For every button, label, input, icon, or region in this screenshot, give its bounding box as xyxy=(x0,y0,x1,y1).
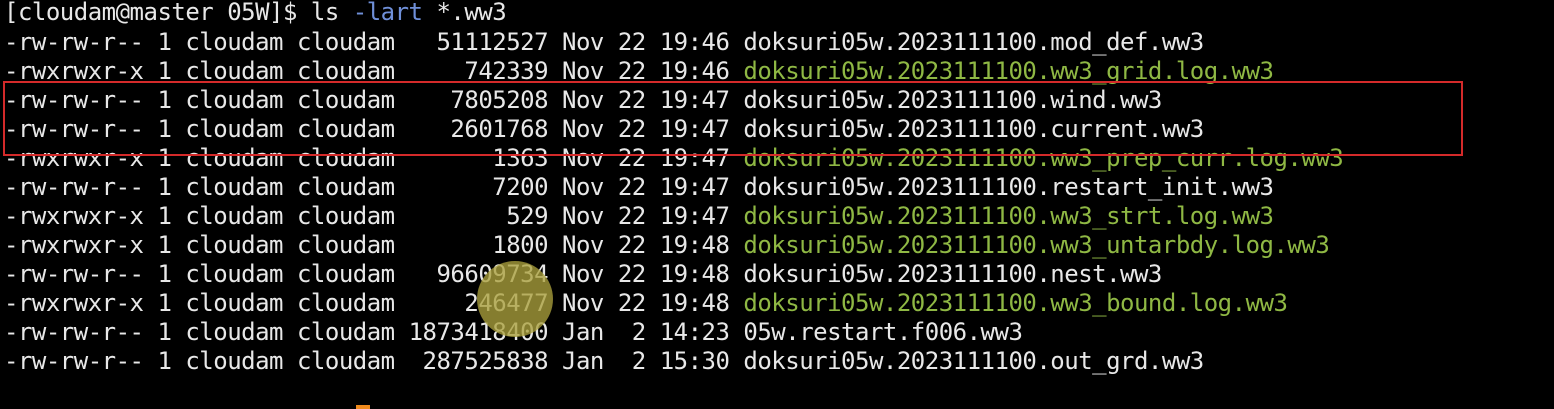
group-field: cloudam xyxy=(296,202,395,230)
owner-field: cloudam xyxy=(185,347,284,375)
group-field: cloudam xyxy=(296,289,395,317)
links-field: 1 xyxy=(157,231,172,259)
filename-field: 05w.restart.f006.ww3 xyxy=(743,318,1023,346)
month-field: Nov xyxy=(562,231,604,259)
size-field: 287525838 xyxy=(422,347,549,375)
permissions-field: -rw-rw-r-- xyxy=(4,318,144,346)
links-field: 1 xyxy=(157,202,172,230)
day-field: 22 xyxy=(617,173,646,201)
links-field: 1 xyxy=(157,318,172,346)
listing-row: -rw-rw-r-- 1 cloudam cloudam 96609734 No… xyxy=(4,259,1162,289)
size-field: 529 xyxy=(506,202,549,230)
month-field: Nov xyxy=(562,28,604,56)
time-field: 19:46 xyxy=(659,28,730,56)
links-field: 1 xyxy=(157,260,172,288)
terminal-window[interactable]: [cloudam@master 05W]$ ls -lart *.ww3 -rw… xyxy=(0,0,1554,409)
command-option: -lart xyxy=(352,0,423,26)
group-field: cloudam xyxy=(296,231,395,259)
day-field: 22 xyxy=(617,260,646,288)
day-field: 2 xyxy=(631,347,646,375)
command-argument: *.ww3 xyxy=(436,0,507,26)
time-field: 19:47 xyxy=(659,173,730,201)
permissions-field: -rw-rw-r-- xyxy=(4,28,144,56)
day-field: 2 xyxy=(631,318,646,346)
red-highlight-box xyxy=(3,81,1463,156)
time-field: 19:48 xyxy=(659,231,730,259)
month-field: Nov xyxy=(562,202,604,230)
owner-field: cloudam xyxy=(185,231,284,259)
listing-row: -rwxrwxr-x 1 cloudam cloudam 1800 Nov 22… xyxy=(4,230,1330,260)
owner-field: cloudam xyxy=(185,318,284,346)
filename-field: doksuri05w.2023111100.out_grd.ww3 xyxy=(743,347,1204,375)
month-field: Nov xyxy=(562,173,604,201)
time-field: 19:48 xyxy=(659,289,730,317)
links-field: 1 xyxy=(157,347,172,375)
group-field: cloudam xyxy=(296,28,395,56)
group-field: cloudam xyxy=(296,173,395,201)
owner-field: cloudam xyxy=(185,260,284,288)
group-field: cloudam xyxy=(296,318,395,346)
filename-field: doksuri05w.2023111100.mod_def.ww3 xyxy=(743,28,1204,56)
mouse-cursor-highlight xyxy=(477,261,553,337)
day-field: 22 xyxy=(617,202,646,230)
listing-row: -rw-rw-r-- 1 cloudam cloudam 51112527 No… xyxy=(4,27,1204,57)
owner-field: cloudam xyxy=(185,289,284,317)
permissions-field: -rw-rw-r-- xyxy=(4,260,144,288)
time-field: 19:47 xyxy=(659,202,730,230)
listing-row: -rw-rw-r-- 1 cloudam cloudam 287525838 J… xyxy=(4,346,1204,376)
time-field: 19:48 xyxy=(659,260,730,288)
group-field: cloudam xyxy=(296,260,395,288)
day-field: 22 xyxy=(617,231,646,259)
text-cursor-mark xyxy=(356,405,370,409)
size-field: 51112527 xyxy=(436,28,549,56)
month-field: Nov xyxy=(562,260,604,288)
permissions-field: -rwxrwxr-x xyxy=(4,231,144,259)
permissions-field: -rwxrwxr-x xyxy=(4,289,144,317)
owner-field: cloudam xyxy=(185,173,284,201)
listing-row: -rwxrwxr-x 1 cloudam cloudam 529 Nov 22 … xyxy=(4,201,1274,231)
command-line: [cloudam@master 05W]$ ls -lart *.ww3 xyxy=(4,0,507,27)
owner-field: cloudam xyxy=(185,202,284,230)
permissions-field: -rw-rw-r-- xyxy=(4,347,144,375)
time-field: 14:23 xyxy=(659,318,730,346)
month-field: Jan xyxy=(562,318,604,346)
links-field: 1 xyxy=(157,173,172,201)
size-field: 1800 xyxy=(492,231,549,259)
shell-prompt: [cloudam@master 05W]$ xyxy=(4,0,311,26)
size-field: 7200 xyxy=(492,173,549,201)
listing-row: -rw-rw-r-- 1 cloudam cloudam 7200 Nov 22… xyxy=(4,172,1274,202)
permissions-field: -rwxrwxr-x xyxy=(4,202,144,230)
filename-field: doksuri05w.2023111100.ww3_strt.log.ww3 xyxy=(743,202,1274,230)
links-field: 1 xyxy=(157,28,172,56)
day-field: 22 xyxy=(617,28,646,56)
filename-field: doksuri05w.2023111100.ww3_untarbdy.log.w… xyxy=(743,231,1330,259)
time-field: 15:30 xyxy=(659,347,730,375)
month-field: Nov xyxy=(562,289,604,317)
listing-row: -rwxrwxr-x 1 cloudam cloudam 246477 Nov … xyxy=(4,288,1288,318)
owner-field: cloudam xyxy=(185,28,284,56)
permissions-field: -rw-rw-r-- xyxy=(4,173,144,201)
filename-field: doksuri05w.2023111100.nest.ww3 xyxy=(743,260,1162,288)
filename-field: doksuri05w.2023111100.restart_init.ww3 xyxy=(743,173,1274,201)
month-field: Jan xyxy=(562,347,604,375)
command-name: ls xyxy=(310,0,339,26)
filename-field: doksuri05w.2023111100.ww3_bound.log.ww3 xyxy=(743,289,1288,317)
links-field: 1 xyxy=(157,289,172,317)
group-field: cloudam xyxy=(296,347,395,375)
day-field: 22 xyxy=(617,289,646,317)
